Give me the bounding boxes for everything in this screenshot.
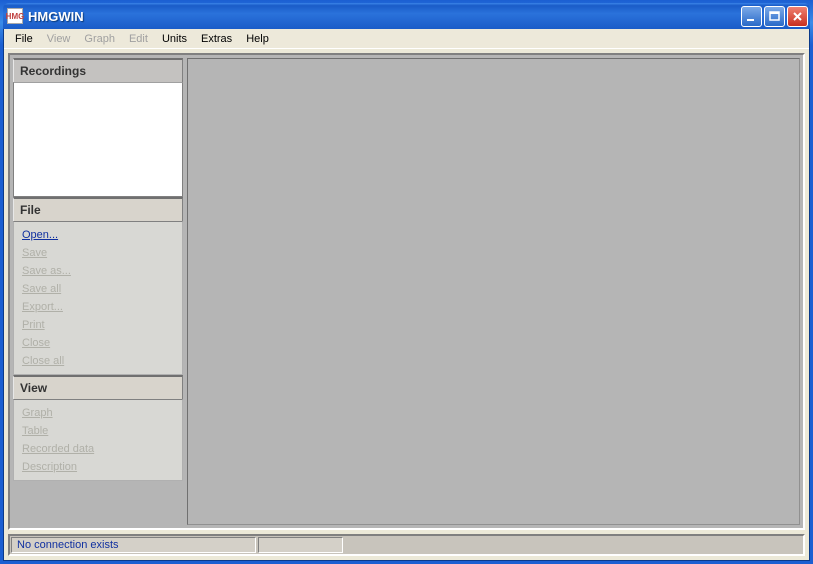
minimize-button[interactable] [741, 6, 762, 27]
view-description: Description [18, 458, 178, 476]
titlebar: HMG HMGWIN [3, 3, 810, 29]
file-close: Close [18, 334, 178, 352]
app-icon: HMG [7, 8, 23, 24]
view-panel: View Graph Table Recorded data Descripti… [13, 375, 183, 481]
file-header: File [13, 197, 183, 221]
file-close-all: Close all [18, 352, 178, 370]
app-inner: Recordings File Open... Save Save as... … [8, 53, 805, 530]
menu-help[interactable]: Help [239, 31, 276, 47]
view-actions: Graph Table Recorded data Description [13, 399, 183, 481]
status-connection: No connection exists [11, 537, 256, 553]
close-icon [792, 11, 803, 22]
sidebar: Recordings File Open... Save Save as... … [13, 58, 183, 525]
close-button[interactable] [787, 6, 808, 27]
file-open[interactable]: Open... [18, 226, 178, 244]
view-recorded-data: Recorded data [18, 440, 178, 458]
menu-units[interactable]: Units [155, 31, 194, 47]
menu-view: View [40, 31, 78, 47]
file-actions: Open... Save Save as... Save all Export.… [13, 221, 183, 375]
window-title: HMGWIN [28, 9, 741, 24]
recordings-panel: Recordings [13, 58, 183, 197]
view-table: Table [18, 422, 178, 440]
maximize-icon [769, 11, 780, 22]
menu-edit: Edit [122, 31, 155, 47]
statusbar: No connection exists [8, 534, 805, 556]
view-graph: Graph [18, 404, 178, 422]
client-area: File View Graph Edit Units Extras Help R… [3, 29, 810, 561]
recordings-list[interactable] [13, 82, 183, 197]
window-controls [741, 6, 808, 27]
file-save-as: Save as... [18, 262, 178, 280]
app-body: Recordings File Open... Save Save as... … [4, 49, 809, 560]
view-header: View [13, 375, 183, 399]
maximize-button[interactable] [764, 6, 785, 27]
app-window: HMG HMGWIN File View Graph Edit Units Ex… [0, 0, 813, 564]
file-export: Export... [18, 298, 178, 316]
recordings-header: Recordings [13, 58, 183, 82]
file-panel: File Open... Save Save as... Save all Ex… [13, 197, 183, 375]
menu-graph: Graph [77, 31, 122, 47]
menu-file[interactable]: File [8, 31, 40, 47]
file-print: Print [18, 316, 178, 334]
menubar: File View Graph Edit Units Extras Help [4, 29, 809, 49]
content-area [187, 58, 800, 525]
menu-extras[interactable]: Extras [194, 31, 239, 47]
file-save-all: Save all [18, 280, 178, 298]
status-field2 [258, 537, 343, 553]
minimize-icon [746, 11, 757, 22]
file-save: Save [18, 244, 178, 262]
